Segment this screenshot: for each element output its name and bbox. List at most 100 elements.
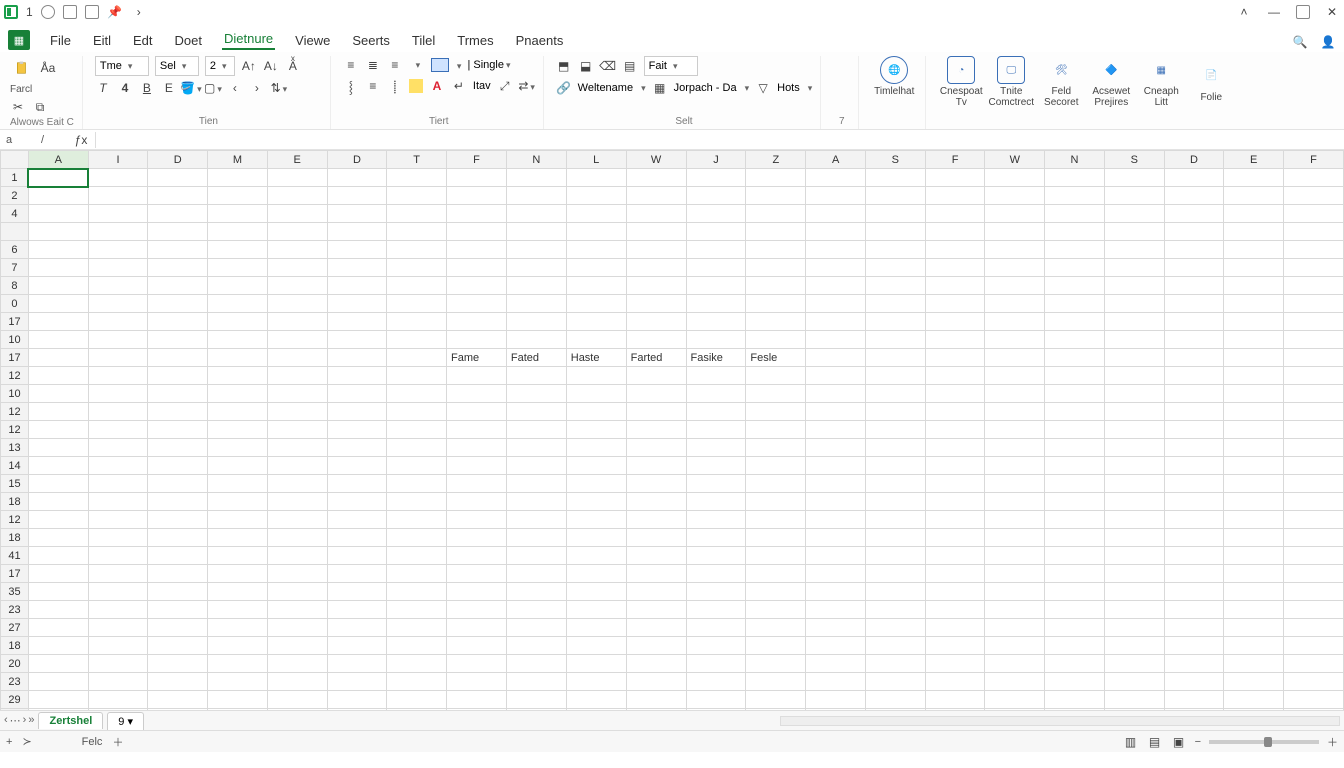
sheet-tab-2[interactable]: 9 ▾ bbox=[107, 712, 144, 730]
cell[interactable] bbox=[985, 295, 1045, 313]
cell[interactable] bbox=[88, 565, 148, 583]
rotate-text-icon[interactable]: ⤢ bbox=[497, 78, 513, 94]
cell[interactable] bbox=[985, 601, 1045, 619]
cell[interactable] bbox=[566, 205, 626, 223]
pin-icon[interactable]: 📌 bbox=[107, 4, 123, 20]
cell[interactable] bbox=[806, 367, 866, 385]
cell[interactable] bbox=[746, 259, 806, 277]
col-header[interactable]: E bbox=[267, 151, 327, 169]
cell[interactable] bbox=[1164, 691, 1224, 709]
cell[interactable] bbox=[806, 547, 866, 565]
cell[interactable] bbox=[626, 493, 686, 511]
row-header[interactable]: 2 bbox=[1, 187, 29, 205]
cell[interactable] bbox=[1164, 277, 1224, 295]
cell[interactable] bbox=[267, 295, 327, 313]
cell[interactable] bbox=[865, 547, 925, 565]
cell[interactable] bbox=[1224, 403, 1284, 421]
cell[interactable] bbox=[506, 493, 566, 511]
cell[interactable] bbox=[925, 655, 985, 673]
cell[interactable] bbox=[985, 187, 1045, 205]
cell[interactable] bbox=[686, 169, 746, 187]
cell[interactable] bbox=[1164, 709, 1224, 711]
col-header[interactable]: W bbox=[626, 151, 686, 169]
cell[interactable] bbox=[28, 709, 88, 711]
cell[interactable] bbox=[447, 403, 507, 421]
cell[interactable] bbox=[626, 529, 686, 547]
cell[interactable] bbox=[267, 421, 327, 439]
format-cells-icon[interactable]: ▤ bbox=[622, 58, 638, 74]
cell[interactable] bbox=[447, 331, 507, 349]
cell[interactable] bbox=[925, 529, 985, 547]
tool-cnespoat[interactable]: ◔Cnespoat Tv bbox=[938, 56, 984, 108]
cell[interactable] bbox=[1104, 331, 1164, 349]
status-add-tab[interactable]: ＋ bbox=[112, 734, 123, 750]
cell[interactable] bbox=[865, 619, 925, 637]
cell[interactable] bbox=[686, 601, 746, 619]
cell[interactable] bbox=[327, 655, 387, 673]
link-icon[interactable]: 🔗 bbox=[556, 80, 572, 96]
cell[interactable] bbox=[626, 583, 686, 601]
cell[interactable] bbox=[1284, 601, 1344, 619]
align-right-icon[interactable]: ≡ bbox=[387, 57, 403, 73]
cell[interactable] bbox=[566, 691, 626, 709]
cell[interactable] bbox=[626, 691, 686, 709]
cell[interactable] bbox=[208, 475, 268, 493]
cell[interactable] bbox=[806, 439, 866, 457]
cell[interactable] bbox=[1164, 187, 1224, 205]
cell[interactable] bbox=[1284, 475, 1344, 493]
cell[interactable] bbox=[566, 187, 626, 205]
cell[interactable] bbox=[1045, 583, 1105, 601]
cell[interactable] bbox=[267, 439, 327, 457]
cell[interactable] bbox=[1045, 655, 1105, 673]
cell[interactable] bbox=[626, 313, 686, 331]
col-header[interactable]: N bbox=[506, 151, 566, 169]
cell[interactable] bbox=[327, 673, 387, 691]
maximize-icon[interactable] bbox=[1296, 5, 1310, 19]
single-label[interactable]: Single bbox=[473, 59, 504, 71]
cell[interactable] bbox=[28, 511, 88, 529]
cell[interactable] bbox=[1045, 295, 1105, 313]
align-more-icon[interactable] bbox=[409, 57, 425, 73]
cell[interactable] bbox=[447, 529, 507, 547]
cell[interactable] bbox=[28, 205, 88, 223]
cell[interactable] bbox=[1045, 691, 1105, 709]
cell[interactable] bbox=[746, 439, 806, 457]
menu-dietnure[interactable]: Dietnure bbox=[222, 29, 275, 50]
cell[interactable] bbox=[626, 403, 686, 421]
cell[interactable] bbox=[1164, 637, 1224, 655]
cell[interactable] bbox=[566, 439, 626, 457]
indent-right-icon[interactable]: › bbox=[249, 80, 265, 96]
cell[interactable] bbox=[28, 583, 88, 601]
fx-icon[interactable]: ƒx bbox=[73, 132, 89, 148]
cell[interactable] bbox=[806, 349, 866, 367]
cut-icon[interactable]: ✂ bbox=[10, 99, 26, 115]
cell[interactable] bbox=[267, 547, 327, 565]
insert-below-icon[interactable]: ⬓ bbox=[578, 58, 594, 74]
cell[interactable] bbox=[506, 475, 566, 493]
col-header[interactable]: F bbox=[447, 151, 507, 169]
cell[interactable] bbox=[327, 331, 387, 349]
cell[interactable] bbox=[327, 205, 387, 223]
collapse-ribbon-icon[interactable]: ˄ bbox=[1236, 4, 1252, 20]
cell[interactable] bbox=[746, 511, 806, 529]
minimize-icon[interactable]: — bbox=[1266, 4, 1282, 20]
cell[interactable] bbox=[267, 367, 327, 385]
cell[interactable] bbox=[88, 547, 148, 565]
cell[interactable] bbox=[506, 547, 566, 565]
cell[interactable] bbox=[566, 583, 626, 601]
cell[interactable] bbox=[148, 655, 208, 673]
cell[interactable] bbox=[925, 331, 985, 349]
cell[interactable] bbox=[28, 529, 88, 547]
cell[interactable] bbox=[626, 709, 686, 711]
cell[interactable] bbox=[1224, 655, 1284, 673]
row-header[interactable]: 27 bbox=[1, 619, 29, 637]
cell[interactable] bbox=[985, 349, 1045, 367]
cell[interactable] bbox=[28, 385, 88, 403]
cell[interactable] bbox=[506, 511, 566, 529]
cell[interactable] bbox=[746, 187, 806, 205]
cell[interactable] bbox=[148, 313, 208, 331]
cell[interactable] bbox=[267, 529, 327, 547]
tool-acsewet[interactable]: 🔷Acsewet Prejires bbox=[1088, 56, 1134, 108]
cell[interactable] bbox=[208, 277, 268, 295]
cell[interactable] bbox=[865, 403, 925, 421]
